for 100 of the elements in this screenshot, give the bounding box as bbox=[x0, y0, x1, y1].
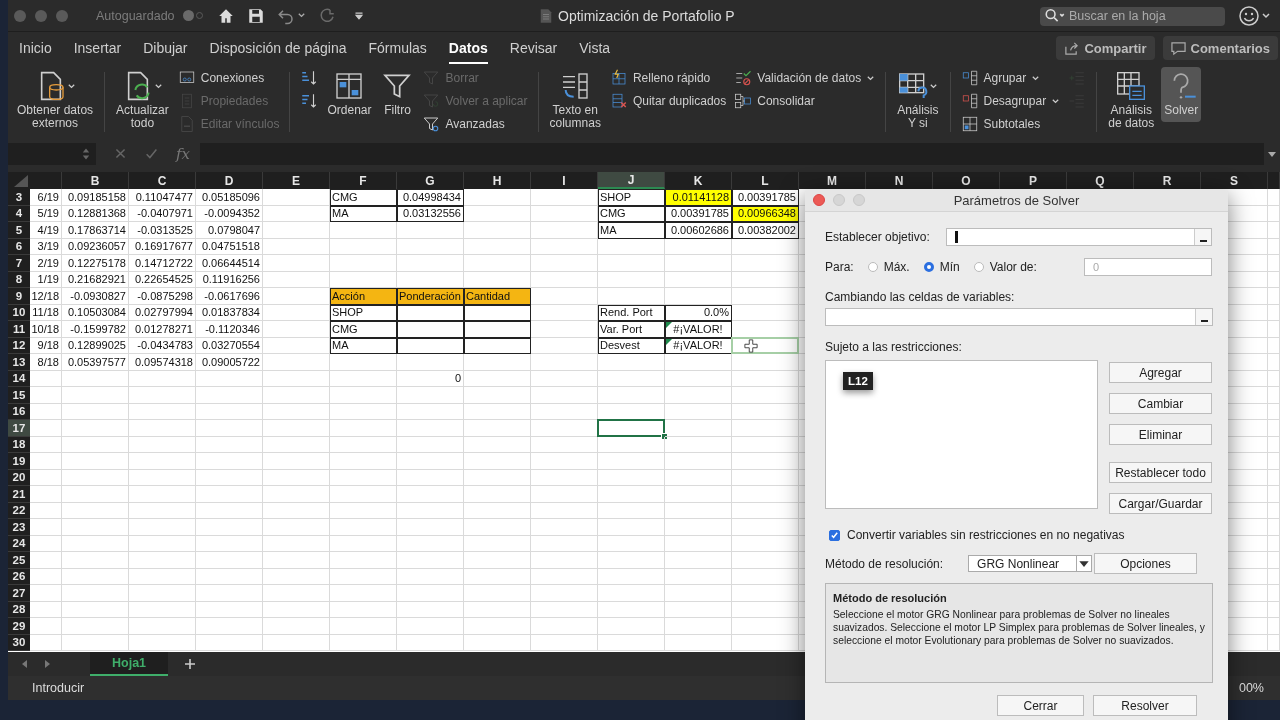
empty-cell[interactable] bbox=[196, 469, 263, 486]
row-header[interactable]: 11 bbox=[8, 321, 30, 338]
empty-cell[interactable] bbox=[129, 568, 196, 585]
empty-cell[interactable] bbox=[732, 288, 799, 305]
empty-cell[interactable] bbox=[263, 436, 330, 453]
empty-cell[interactable] bbox=[62, 535, 129, 552]
empty-cell[interactable] bbox=[129, 387, 196, 404]
empty-cell[interactable] bbox=[665, 469, 732, 486]
empty-cell[interactable] bbox=[129, 486, 196, 503]
empty-cell[interactable] bbox=[464, 568, 531, 585]
add-sheet-icon[interactable] bbox=[184, 658, 197, 670]
empty-cell[interactable] bbox=[598, 502, 665, 519]
empty-cell[interactable] bbox=[330, 552, 397, 569]
sheet-tab[interactable]: Hoja1 bbox=[90, 652, 169, 676]
collapse-button[interactable] bbox=[1194, 229, 1211, 245]
empty-cell[interactable] bbox=[598, 486, 665, 503]
empty-cell[interactable] bbox=[129, 403, 196, 420]
empty-cell[interactable] bbox=[464, 453, 531, 470]
empty-cell[interactable] bbox=[464, 519, 531, 536]
empty-cell[interactable] bbox=[330, 420, 397, 437]
column-header[interactable] bbox=[30, 172, 62, 189]
next-sheet-icon[interactable] bbox=[42, 659, 52, 669]
empty-cell[interactable] bbox=[196, 519, 263, 536]
previous-sheet-icon[interactable] bbox=[20, 659, 30, 669]
empty-cell[interactable] bbox=[397, 420, 464, 437]
column-header[interactable] bbox=[1268, 172, 1280, 189]
empty-cell[interactable] bbox=[598, 535, 665, 552]
empty-cell[interactable] bbox=[330, 387, 397, 404]
empty-cell[interactable] bbox=[1268, 552, 1280, 569]
empty-cell[interactable] bbox=[397, 403, 464, 420]
search-field[interactable]: Buscar en la hoja bbox=[1040, 6, 1225, 26]
column-header[interactable]: K bbox=[665, 172, 732, 189]
empty-cell[interactable] bbox=[464, 370, 531, 387]
column-header[interactable]: C bbox=[129, 172, 196, 189]
ribbon-button[interactable]: Análisis Y si bbox=[894, 64, 942, 140]
empty-cell[interactable] bbox=[531, 271, 598, 288]
empty-cell[interactable] bbox=[196, 585, 263, 602]
empty-cell[interactable] bbox=[531, 238, 598, 255]
empty-cell[interactable] bbox=[263, 453, 330, 470]
empty-cell[interactable] bbox=[62, 453, 129, 470]
empty-cell[interactable] bbox=[330, 486, 397, 503]
empty-cell[interactable] bbox=[464, 601, 531, 618]
empty-cell[interactable] bbox=[62, 436, 129, 453]
column-header[interactable]: M bbox=[799, 172, 866, 189]
row-header[interactable]: 13 bbox=[8, 354, 30, 371]
empty-cell[interactable] bbox=[62, 370, 129, 387]
empty-cell[interactable] bbox=[464, 436, 531, 453]
empty-cell[interactable] bbox=[263, 568, 330, 585]
empty-cell[interactable] bbox=[598, 271, 665, 288]
dialog-button[interactable]: Cerrar bbox=[997, 695, 1084, 716]
empty-cell[interactable] bbox=[732, 535, 799, 552]
ribbon-tab[interactable]: Inicio bbox=[19, 34, 52, 64]
empty-cell[interactable] bbox=[464, 552, 531, 569]
column-header[interactable]: R bbox=[1134, 172, 1201, 189]
empty-cell[interactable] bbox=[397, 453, 464, 470]
empty-cell[interactable] bbox=[330, 519, 397, 536]
empty-cell[interactable] bbox=[263, 535, 330, 552]
column-header[interactable]: J bbox=[598, 172, 665, 189]
empty-cell[interactable] bbox=[732, 519, 799, 536]
empty-cell[interactable] bbox=[1268, 222, 1280, 239]
empty-cell[interactable] bbox=[196, 535, 263, 552]
empty-cell[interactable] bbox=[665, 370, 732, 387]
empty-cell[interactable] bbox=[129, 601, 196, 618]
column-header[interactable]: O bbox=[933, 172, 1000, 189]
empty-cell[interactable] bbox=[129, 552, 196, 569]
column-header[interactable]: L bbox=[732, 172, 799, 189]
empty-cell[interactable] bbox=[665, 618, 732, 635]
column-header[interactable]: E bbox=[263, 172, 330, 189]
empty-cell[interactable] bbox=[1268, 387, 1280, 404]
column-header[interactable]: Q bbox=[1067, 172, 1134, 189]
empty-cell[interactable] bbox=[129, 535, 196, 552]
radio-button[interactable]: Mín bbox=[923, 260, 960, 274]
empty-cell[interactable] bbox=[732, 618, 799, 635]
dialog-button[interactable]: Agregar bbox=[1109, 362, 1212, 383]
empty-cell[interactable] bbox=[196, 436, 263, 453]
empty-cell[interactable] bbox=[531, 321, 598, 338]
empty-cell[interactable] bbox=[263, 502, 330, 519]
ribbon-button[interactable]: Agrupar bbox=[958, 67, 1063, 89]
empty-cell[interactable] bbox=[665, 288, 732, 305]
empty-cell[interactable] bbox=[531, 552, 598, 569]
empty-cell[interactable] bbox=[665, 535, 732, 552]
empty-cell[interactable] bbox=[598, 436, 665, 453]
checkbox[interactable] bbox=[829, 529, 840, 541]
zoom-window-button[interactable] bbox=[56, 9, 68, 22]
empty-cell[interactable] bbox=[531, 585, 598, 602]
empty-cell[interactable] bbox=[62, 403, 129, 420]
empty-cell[interactable] bbox=[665, 568, 732, 585]
empty-cell[interactable] bbox=[397, 436, 464, 453]
empty-cell[interactable] bbox=[598, 568, 665, 585]
empty-cell[interactable] bbox=[464, 238, 531, 255]
empty-cell[interactable] bbox=[732, 304, 799, 321]
empty-cell[interactable] bbox=[263, 469, 330, 486]
empty-cell[interactable] bbox=[62, 486, 129, 503]
empty-cell[interactable] bbox=[732, 387, 799, 404]
ribbon-button[interactable]: Validación de datos bbox=[732, 67, 878, 89]
select-all-button[interactable] bbox=[8, 172, 30, 189]
empty-cell[interactable] bbox=[1268, 585, 1280, 602]
empty-cell[interactable] bbox=[464, 486, 531, 503]
empty-cell[interactable] bbox=[330, 585, 397, 602]
empty-cell[interactable] bbox=[397, 255, 464, 272]
